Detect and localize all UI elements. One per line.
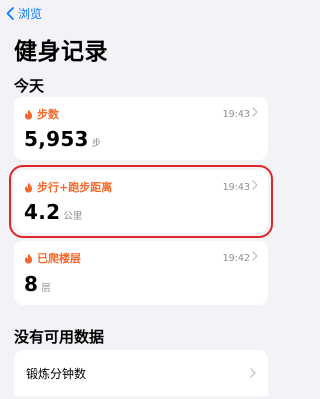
card-time: 19:43 (222, 108, 250, 120)
card-label: 步数 (37, 108, 59, 121)
metric-card-floors[interactable]: 已爬楼层 19:42 8 层 (14, 241, 268, 305)
page-title: 健身记录 (14, 39, 108, 65)
chevron-left-icon (6, 7, 14, 20)
card-label: 已爬楼层 (37, 252, 81, 265)
back-label: 浏览 (18, 7, 43, 21)
flame-icon (24, 253, 33, 264)
value-unit: 层 (41, 283, 51, 294)
card-header: 已爬楼层 19:42 (24, 250, 258, 266)
chevron-right-icon (252, 251, 258, 261)
section-header-today: 今天 (14, 77, 45, 95)
chevron-right-icon (252, 107, 258, 117)
value-unit: 步 (91, 138, 102, 149)
metric-card-distance[interactable]: 步行+跑步距离 19:43 4.2 公里 (9, 165, 273, 238)
flame-icon (24, 182, 33, 193)
card-value: 8 层 (24, 272, 51, 296)
value-number: 8 (24, 272, 39, 296)
list-item-label: 锻炼分钟数 (26, 366, 87, 381)
value-number: 4.2 (24, 200, 61, 224)
section-header-no-data: 没有可用数据 (14, 328, 105, 346)
back-button[interactable]: 浏览 (6, 5, 42, 22)
card-time: 19:42 (222, 252, 250, 264)
flame-icon (24, 109, 33, 120)
chevron-right-icon (250, 368, 256, 378)
card-header: 步数 19:43 (24, 106, 258, 122)
value-unit: 公里 (63, 211, 83, 222)
card-time: 19:43 (222, 181, 250, 193)
metric-card-steps[interactable]: 步数 19:43 5,953 步 (14, 97, 268, 160)
chevron-right-icon (252, 180, 258, 190)
card-label: 步行+跑步距离 (37, 181, 113, 194)
list-item-exercise-minutes[interactable]: 锻炼分钟数 (14, 350, 268, 396)
card-header: 步行+跑步距离 19:43 (24, 179, 258, 195)
card-value: 5,953 步 (24, 127, 101, 151)
value-number: 5,953 (24, 127, 89, 151)
card-value: 4.2 公里 (24, 200, 82, 224)
